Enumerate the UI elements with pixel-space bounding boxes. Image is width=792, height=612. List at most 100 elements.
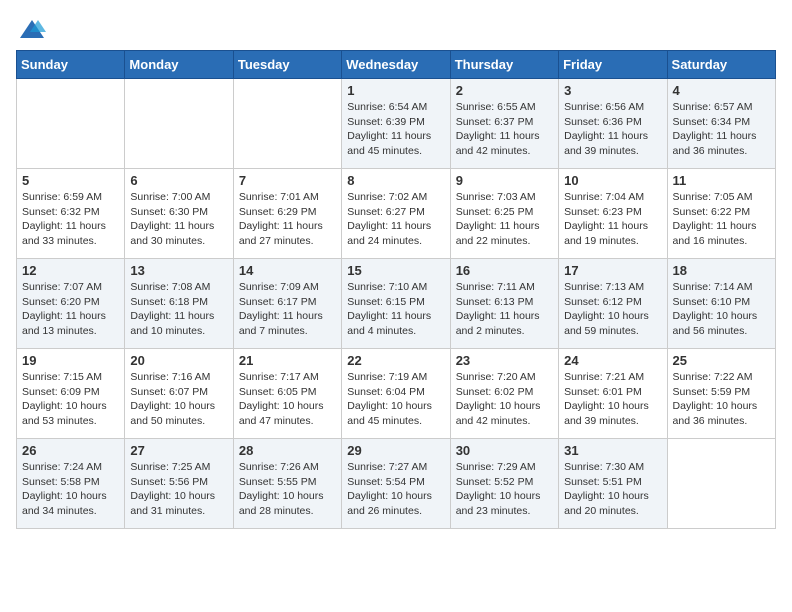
weekday-header-sunday: Sunday — [17, 51, 125, 79]
day-info: Sunrise: 7:07 AMSunset: 6:20 PMDaylight:… — [22, 280, 119, 339]
day-info: Sunrise: 6:56 AMSunset: 6:36 PMDaylight:… — [564, 100, 661, 159]
day-number: 5 — [22, 173, 119, 188]
day-number: 16 — [456, 263, 553, 278]
day-info: Sunrise: 6:57 AMSunset: 6:34 PMDaylight:… — [673, 100, 770, 159]
day-cell: 28 Sunrise: 7:26 AMSunset: 5:55 PMDayligh… — [233, 439, 341, 529]
week-row-2: 5 Sunrise: 6:59 AMSunset: 6:32 PMDaylight… — [17, 169, 776, 259]
day-number: 7 — [239, 173, 336, 188]
day-cell: 17 Sunrise: 7:13 AMSunset: 6:12 PMDayligh… — [559, 259, 667, 349]
day-number: 21 — [239, 353, 336, 368]
weekday-header-row: SundayMondayTuesdayWednesdayThursdayFrid… — [17, 51, 776, 79]
day-info: Sunrise: 7:15 AMSunset: 6:09 PMDaylight:… — [22, 370, 119, 429]
day-number: 26 — [22, 443, 119, 458]
day-number: 24 — [564, 353, 661, 368]
day-cell — [233, 79, 341, 169]
day-number: 27 — [130, 443, 227, 458]
day-number: 25 — [673, 353, 770, 368]
day-number: 14 — [239, 263, 336, 278]
day-number: 19 — [22, 353, 119, 368]
day-info: Sunrise: 7:05 AMSunset: 6:22 PMDaylight:… — [673, 190, 770, 249]
day-number: 30 — [456, 443, 553, 458]
day-info: Sunrise: 7:10 AMSunset: 6:15 PMDaylight:… — [347, 280, 444, 339]
day-cell: 5 Sunrise: 6:59 AMSunset: 6:32 PMDaylight… — [17, 169, 125, 259]
day-number: 23 — [456, 353, 553, 368]
weekday-header-tuesday: Tuesday — [233, 51, 341, 79]
day-cell: 13 Sunrise: 7:08 AMSunset: 6:18 PMDayligh… — [125, 259, 233, 349]
day-info: Sunrise: 7:04 AMSunset: 6:23 PMDaylight:… — [564, 190, 661, 249]
day-info: Sunrise: 7:08 AMSunset: 6:18 PMDaylight:… — [130, 280, 227, 339]
day-cell: 25 Sunrise: 7:22 AMSunset: 5:59 PMDayligh… — [667, 349, 775, 439]
day-info: Sunrise: 7:11 AMSunset: 6:13 PMDaylight:… — [456, 280, 553, 339]
day-cell: 26 Sunrise: 7:24 AMSunset: 5:58 PMDayligh… — [17, 439, 125, 529]
day-info: Sunrise: 6:55 AMSunset: 6:37 PMDaylight:… — [456, 100, 553, 159]
day-cell: 8 Sunrise: 7:02 AMSunset: 6:27 PMDaylight… — [342, 169, 450, 259]
day-cell: 16 Sunrise: 7:11 AMSunset: 6:13 PMDayligh… — [450, 259, 558, 349]
weekday-header-saturday: Saturday — [667, 51, 775, 79]
day-cell: 27 Sunrise: 7:25 AMSunset: 5:56 PMDayligh… — [125, 439, 233, 529]
day-cell: 24Sunrise: 7:21 AMSunset: 6:01 PMDayligh… — [559, 349, 667, 439]
day-info: Sunrise: 7:03 AMSunset: 6:25 PMDaylight:… — [456, 190, 553, 249]
day-cell: 4 Sunrise: 6:57 AMSunset: 6:34 PMDaylight… — [667, 79, 775, 169]
day-cell: 31 Sunrise: 7:30 AMSunset: 5:51 PMDayligh… — [559, 439, 667, 529]
weekday-header-friday: Friday — [559, 51, 667, 79]
day-cell: 18Sunrise: 7:14 AMSunset: 6:10 PMDayligh… — [667, 259, 775, 349]
day-info: Sunrise: 7:17 AMSunset: 6:05 PMDaylight:… — [239, 370, 336, 429]
day-number: 2 — [456, 83, 553, 98]
day-info: Sunrise: 7:09 AMSunset: 6:17 PMDaylight:… — [239, 280, 336, 339]
header — [16, 16, 776, 40]
day-number: 28 — [239, 443, 336, 458]
day-info: Sunrise: 7:01 AMSunset: 6:29 PMDaylight:… — [239, 190, 336, 249]
calendar: SundayMondayTuesdayWednesdayThursdayFrid… — [16, 50, 776, 529]
day-info: Sunrise: 6:59 AMSunset: 6:32 PMDaylight:… — [22, 190, 119, 249]
day-cell: 6 Sunrise: 7:00 AMSunset: 6:30 PMDaylight… — [125, 169, 233, 259]
day-cell: 11 Sunrise: 7:05 AMSunset: 6:22 PMDayligh… — [667, 169, 775, 259]
day-number: 13 — [130, 263, 227, 278]
day-number: 11 — [673, 173, 770, 188]
day-info: Sunrise: 7:25 AMSunset: 5:56 PMDaylight:… — [130, 460, 227, 519]
day-info: Sunrise: 7:29 AMSunset: 5:52 PMDaylight:… — [456, 460, 553, 519]
day-info: Sunrise: 7:19 AMSunset: 6:04 PMDaylight:… — [347, 370, 444, 429]
day-cell: 21 Sunrise: 7:17 AMSunset: 6:05 PMDayligh… — [233, 349, 341, 439]
day-number: 9 — [456, 173, 553, 188]
day-cell: 10 Sunrise: 7:04 AMSunset: 6:23 PMDayligh… — [559, 169, 667, 259]
day-info: Sunrise: 7:13 AMSunset: 6:12 PMDaylight:… — [564, 280, 661, 339]
day-info: Sunrise: 7:26 AMSunset: 5:55 PMDaylight:… — [239, 460, 336, 519]
day-cell — [667, 439, 775, 529]
day-info: Sunrise: 7:16 AMSunset: 6:07 PMDaylight:… — [130, 370, 227, 429]
day-number: 15 — [347, 263, 444, 278]
logo-icon — [18, 16, 46, 44]
day-cell: 23 Sunrise: 7:20 AMSunset: 6:02 PMDayligh… — [450, 349, 558, 439]
day-cell: 1 Sunrise: 6:54 AMSunset: 6:39 PMDaylight… — [342, 79, 450, 169]
weekday-header-monday: Monday — [125, 51, 233, 79]
weekday-header-thursday: Thursday — [450, 51, 558, 79]
day-number: 31 — [564, 443, 661, 458]
day-number: 3 — [564, 83, 661, 98]
day-number: 12 — [22, 263, 119, 278]
day-info: Sunrise: 7:20 AMSunset: 6:02 PMDaylight:… — [456, 370, 553, 429]
day-info: Sunrise: 6:54 AMSunset: 6:39 PMDaylight:… — [347, 100, 444, 159]
day-info: Sunrise: 7:02 AMSunset: 6:27 PMDaylight:… — [347, 190, 444, 249]
day-cell: 15 Sunrise: 7:10 AMSunset: 6:15 PMDayligh… — [342, 259, 450, 349]
day-number: 4 — [673, 83, 770, 98]
day-number: 18 — [673, 263, 770, 278]
day-cell: 22Sunrise: 7:19 AMSunset: 6:04 PMDayligh… — [342, 349, 450, 439]
day-info: Sunrise: 7:22 AMSunset: 5:59 PMDaylight:… — [673, 370, 770, 429]
day-cell: 20Sunrise: 7:16 AMSunset: 6:07 PMDayligh… — [125, 349, 233, 439]
day-number: 6 — [130, 173, 227, 188]
day-info: Sunrise: 7:00 AMSunset: 6:30 PMDaylight:… — [130, 190, 227, 249]
day-number: 10 — [564, 173, 661, 188]
day-cell: 7 Sunrise: 7:01 AMSunset: 6:29 PMDaylight… — [233, 169, 341, 259]
day-info: Sunrise: 7:30 AMSunset: 5:51 PMDaylight:… — [564, 460, 661, 519]
day-number: 29 — [347, 443, 444, 458]
weekday-header-wednesday: Wednesday — [342, 51, 450, 79]
day-number: 17 — [564, 263, 661, 278]
day-cell: 2 Sunrise: 6:55 AMSunset: 6:37 PMDaylight… — [450, 79, 558, 169]
day-cell: 19 Sunrise: 7:15 AMSunset: 6:09 PMDayligh… — [17, 349, 125, 439]
day-cell — [17, 79, 125, 169]
logo — [16, 16, 46, 40]
day-number: 1 — [347, 83, 444, 98]
week-row-4: 19 Sunrise: 7:15 AMSunset: 6:09 PMDayligh… — [17, 349, 776, 439]
day-cell: 3 Sunrise: 6:56 AMSunset: 6:36 PMDaylight… — [559, 79, 667, 169]
day-info: Sunrise: 7:24 AMSunset: 5:58 PMDaylight:… — [22, 460, 119, 519]
day-number: 8 — [347, 173, 444, 188]
